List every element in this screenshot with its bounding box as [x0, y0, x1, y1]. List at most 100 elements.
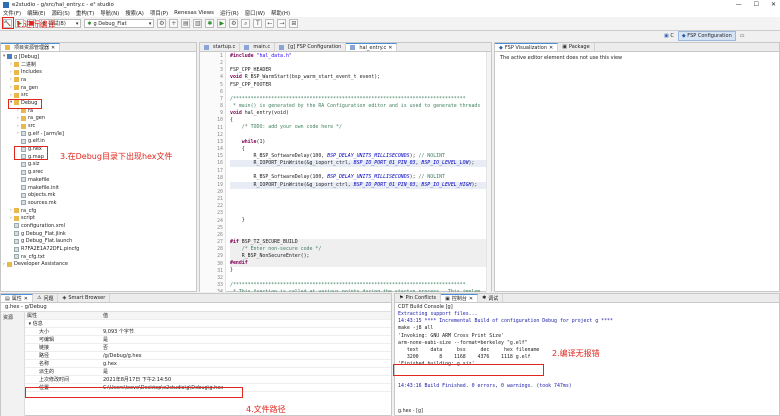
tree-item[interactable]: › 二进制	[3, 61, 196, 69]
tree-item[interactable]: g.elf.in	[3, 138, 196, 146]
menu-item-6[interactable]: 项目(P)	[150, 9, 168, 17]
open-type-icon[interactable]: T	[253, 19, 263, 28]
line-number: 32	[217, 274, 223, 281]
folder-icon	[14, 77, 19, 83]
editor-tab[interactable]: [g] FSP Configuration	[275, 43, 347, 51]
perspective-c[interactable]: ▣ C	[664, 33, 674, 39]
close-icon[interactable]: ✕	[51, 45, 55, 51]
tree-item[interactable]: › ra_cfg	[3, 207, 196, 215]
debug-run-icon[interactable]: ✱	[205, 19, 215, 28]
tree-item[interactable]: g.srec	[3, 168, 196, 176]
tab-fsp-visualization[interactable]: ◆ FSP Visualization ✕	[495, 43, 559, 51]
tree-item[interactable]: › script	[3, 214, 196, 222]
code-line: FSP_CPP_HEADER	[230, 67, 486, 74]
maximize-icon[interactable]: ☐	[754, 1, 759, 8]
code-token: #endif	[230, 260, 248, 267]
property-row[interactable]: 路径/g/Debug/g.hex	[25, 351, 391, 361]
line-number: 33	[217, 282, 223, 288]
menu-item-4[interactable]: 导航(N)	[100, 9, 119, 17]
editor-tab[interactable]: main.c	[240, 43, 276, 51]
tree-item[interactable]: › ra	[3, 76, 196, 84]
settings-icon[interactable]: ⚙	[157, 19, 167, 28]
properties-side-label[interactable]: 资源	[1, 312, 25, 416]
tab-smart-browser[interactable]: ◈ Smart Browser	[58, 294, 111, 302]
code-body[interactable]: #include "hal_data.h" FSP_CPP_HEADER void …	[226, 52, 486, 292]
run-icon[interactable]: ▶	[217, 19, 227, 28]
property-row[interactable]: 上次修改时间 2021年8月17日 下午2:14:50	[25, 375, 391, 385]
tree-item[interactable]: › Developer Assistance	[3, 261, 196, 269]
tree-item[interactable]: g Debug_Flat.jlink	[3, 230, 196, 238]
tab-pin-conflicts[interactable]: ⚑ Pin Conflicts	[395, 294, 442, 302]
tree-item[interactable]: › ra_gen	[3, 84, 196, 92]
menu-item-9[interactable]: 窗口(W)	[245, 9, 265, 17]
annotation-step3: 3.在Debug目录下出现hex文件	[60, 152, 173, 161]
tree-item[interactable]: makefile	[3, 176, 196, 184]
editor-scrollbar[interactable]	[486, 52, 491, 292]
code-line: /***************************************…	[230, 96, 486, 103]
menu-item-8[interactable]: 运行(R)	[220, 9, 239, 17]
back-icon[interactable]: ←	[265, 19, 275, 28]
tree-item[interactable]: makefile.init	[3, 184, 196, 192]
search-icon[interactable]: ⌕	[241, 19, 251, 28]
close-icon[interactable]: ✕	[469, 296, 473, 302]
menu-item-10[interactable]: 帮助(H)	[271, 9, 290, 17]
file-icon	[21, 177, 26, 183]
tab-problems[interactable]: ⚠ 问题	[33, 294, 59, 302]
console-footer-tab[interactable]: g.hex - [g]	[395, 409, 423, 415]
menu-item-7[interactable]: Renesas Views	[174, 10, 214, 16]
save-icon[interactable]: ▤	[181, 19, 191, 28]
property-row[interactable]: 名称 g.hex	[25, 359, 391, 369]
tab-package[interactable]: ▣ Package	[558, 43, 595, 51]
console-line: Extracting support files...	[398, 311, 478, 317]
property-row[interactable]: 大小 9,093 个字节	[25, 327, 391, 337]
tree-item[interactable]: › ra_gen	[3, 115, 196, 123]
tree-item[interactable]: › g.elf - [arm/le]	[3, 130, 196, 138]
editor-tab[interactable]: hal_entry.c ✕	[346, 43, 398, 51]
tree-item[interactable]: g Debug_Flat.launch	[3, 238, 196, 246]
tree-item[interactable]: ra_cfg.txt	[3, 253, 196, 261]
forward-icon[interactable]: →	[277, 19, 287, 28]
launch-config-select[interactable]: ✱ g Debug_Flat ▾	[84, 19, 155, 28]
close-icon[interactable]: ✕	[24, 296, 28, 302]
menu-item-2[interactable]: 源码(S)	[52, 9, 70, 17]
code-token: while	[230, 138, 257, 145]
property-row[interactable]: 派生的是	[25, 367, 391, 377]
tab-debug[interactable]: ✱ 调试	[478, 294, 504, 302]
tab-console[interactable]: ▣ 控制台 ✕	[441, 294, 479, 302]
tree-item[interactable]: configuration.xml	[3, 222, 196, 230]
property-value: 是	[101, 367, 391, 377]
external-tools-icon[interactable]: ⚙	[229, 19, 239, 28]
code-token: hal_entry(void)	[244, 110, 289, 117]
pin-icon[interactable]: ⊞	[289, 19, 299, 28]
annotation-step1: 1.进行编译	[16, 20, 56, 29]
group-info[interactable]: ▾ 信息	[25, 319, 101, 329]
minimize-icon[interactable]: —	[736, 1, 742, 8]
new-icon[interactable]: +	[169, 19, 179, 28]
tree-item[interactable]: › Includes	[3, 68, 196, 76]
tab-project-explorer[interactable]: 项目资源管理器 ✕	[1, 43, 61, 51]
property-row[interactable]: 链接否	[25, 343, 391, 353]
menu-item-5[interactable]: 搜索(A)	[125, 9, 144, 17]
tree-item[interactable]: › src	[3, 91, 196, 99]
editor-tab[interactable]: startup.c	[200, 43, 241, 51]
menu-item-0[interactable]: 文件(F)	[3, 9, 21, 17]
tree-item[interactable]: sources.mk	[3, 199, 196, 207]
close-icon[interactable]: ✕	[388, 45, 392, 51]
perspective-fsp[interactable]: ◆ FSP Configuration	[677, 31, 736, 41]
tree-item[interactable]: › src	[3, 122, 196, 130]
property-row[interactable]: 可编辑是	[25, 335, 391, 345]
restore-icon[interactable]: ▭	[740, 33, 745, 39]
tree-item[interactable]: ▾ g [Debug]	[3, 53, 196, 61]
code-token: BSP_IO_LEVEL_LOW	[421, 160, 469, 167]
close-icon[interactable]: ✕	[771, 1, 776, 8]
tab-properties[interactable]: ▤ 属性 ✕	[1, 294, 33, 302]
code-token: // NOLINT	[418, 152, 445, 159]
save-all-icon[interactable]: ▥	[193, 19, 203, 28]
menu-item-1[interactable]: 编辑(E)	[27, 9, 45, 17]
tree-item[interactable]: R7FA2E1A72DFL.pincfg	[3, 245, 196, 253]
tree-item[interactable]: objects.mk	[3, 191, 196, 199]
close-icon[interactable]: ✕	[549, 45, 553, 51]
menu-item-3[interactable]: 重构(T)	[76, 9, 94, 17]
